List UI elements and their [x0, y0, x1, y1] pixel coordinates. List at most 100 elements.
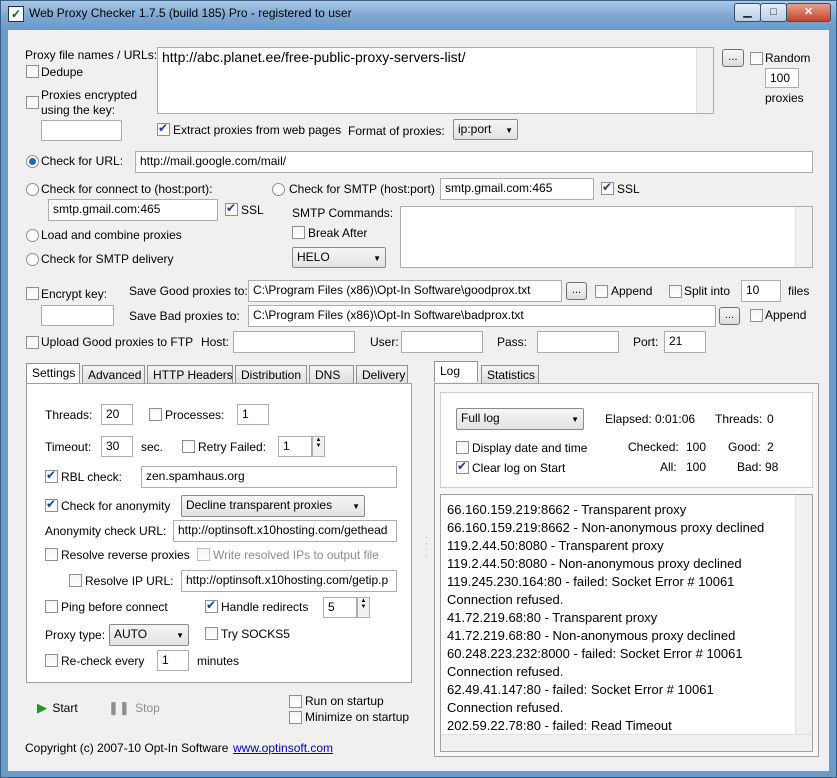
- log-horizontal-scrollbar[interactable]: [441, 734, 812, 751]
- redirects-input[interactable]: 5: [323, 597, 357, 618]
- ftp-port-input[interactable]: 21: [664, 331, 706, 353]
- tab-log[interactable]: Log: [434, 361, 478, 382]
- dedupe-checkbox[interactable]: [26, 65, 39, 78]
- rbl-input[interactable]: zen.spamhaus.org: [141, 466, 397, 488]
- retry-spinner[interactable]: ▲ ▼: [312, 436, 325, 457]
- random-count-input[interactable]: 100: [765, 68, 799, 88]
- splitter-grip[interactable]: · · · ·: [425, 534, 429, 565]
- resolve-ip-checkbox[interactable]: [69, 574, 82, 587]
- ftp-upload-checkbox[interactable]: [26, 336, 39, 349]
- tab-delivery[interactable]: Delivery: [356, 365, 408, 384]
- browse-source-button[interactable]: ...: [722, 49, 744, 67]
- log-mode-value: Full log: [461, 411, 500, 425]
- check-url-radio[interactable]: [26, 155, 39, 168]
- website-link[interactable]: www.optinsoft.com: [233, 741, 333, 755]
- retry-checkbox[interactable]: [182, 440, 195, 453]
- smtp-host-input[interactable]: smtp.gmail.com:465: [440, 178, 594, 200]
- random-checkbox[interactable]: [750, 52, 763, 65]
- extract-checkbox[interactable]: [157, 121, 170, 136]
- resolve-reverse-checkbox[interactable]: [45, 548, 58, 561]
- start-button[interactable]: ▶ Start: [37, 700, 78, 716]
- log-output[interactable]: 66.160.159.219:8662 - Transparent proxy …: [440, 494, 813, 752]
- ftp-host-input[interactable]: [233, 331, 355, 353]
- save-bad-label: Save Bad proxies to:: [129, 309, 240, 323]
- encrypt-key-input[interactable]: [41, 305, 114, 326]
- ping-checkbox[interactable]: [45, 600, 58, 613]
- save-good-input[interactable]: C:\Program Files (x86)\Opt-In Software\g…: [248, 280, 562, 302]
- write-resolved-checkbox[interactable]: [197, 548, 210, 561]
- processes-checkbox[interactable]: [149, 408, 162, 421]
- load-combine-radio[interactable]: [26, 229, 39, 242]
- processes-input[interactable]: 1: [237, 404, 269, 425]
- chevron-down-icon: ▼: [373, 254, 381, 263]
- tab-dns[interactable]: DNS: [309, 365, 354, 384]
- redirects-spinner[interactable]: ▲ ▼: [357, 597, 370, 618]
- smtp-ssl-checkbox[interactable]: [601, 180, 614, 195]
- log-vertical-scrollbar[interactable]: [795, 495, 812, 735]
- bad-value: 98: [765, 460, 779, 474]
- log-panel: Full log ▼ Elapsed: 0:01:06 Threads: 0 Di…: [434, 383, 819, 757]
- resolve-ip-input[interactable]: http://optinsoft.x10hosting.com/getip.p: [181, 570, 397, 592]
- log-mode-select[interactable]: Full log ▼: [456, 408, 584, 430]
- check-connect-label: Check for connect to (host:port):: [41, 182, 213, 196]
- proxy-type-label: Proxy type:: [45, 628, 106, 642]
- proxy-type-select[interactable]: AUTO ▼: [109, 624, 189, 646]
- threads-input[interactable]: 20: [101, 404, 133, 425]
- anonymity-checkbox[interactable]: [45, 497, 58, 512]
- recheck-input[interactable]: 1: [157, 650, 189, 671]
- proxy-urls-textarea[interactable]: http://abc.planet.ee/free-public-proxy-s…: [157, 47, 714, 114]
- tab-http-headers[interactable]: HTTP Headers: [147, 365, 233, 384]
- browse-bad-button[interactable]: ...: [719, 307, 740, 325]
- break-after-checkbox[interactable]: [292, 226, 305, 239]
- timeout-input[interactable]: 30: [101, 436, 133, 457]
- ftp-user-input[interactable]: [401, 331, 483, 353]
- anonymity-select[interactable]: Decline transparent proxies ▼: [181, 495, 365, 517]
- decrypt-key-input[interactable]: [41, 120, 122, 141]
- append-bad-checkbox[interactable]: [750, 309, 763, 322]
- encrypt-key-checkbox[interactable]: [26, 287, 39, 300]
- tab-settings[interactable]: Settings: [26, 363, 80, 384]
- split-count-input[interactable]: 10: [741, 280, 781, 302]
- socks-checkbox[interactable]: [205, 627, 218, 640]
- append-good-checkbox[interactable]: [595, 285, 608, 298]
- save-bad-input[interactable]: C:\Program Files (x86)\Opt-In Software\b…: [248, 305, 716, 327]
- close-button[interactable]: ✕: [786, 3, 831, 22]
- smtp-delivery-radio[interactable]: [26, 253, 39, 266]
- log-lines: 66.160.159.219:8662 - Transparent proxy …: [447, 501, 764, 735]
- run-startup-checkbox[interactable]: [289, 695, 302, 708]
- tab-statistics[interactable]: Statistics: [481, 365, 539, 384]
- split-checkbox[interactable]: [669, 285, 682, 298]
- browse-good-button[interactable]: ...: [566, 282, 587, 300]
- all-label: All:: [660, 460, 677, 474]
- tab-distribution[interactable]: Distribution: [235, 365, 307, 384]
- log-line: 41.72.219.68:80 - Transparent proxy: [447, 610, 658, 625]
- retry-input[interactable]: 1: [278, 436, 312, 457]
- encrypted-checkbox[interactable]: [26, 96, 39, 109]
- anonymity-url-input[interactable]: http://optinsoft.x10hosting.com/gethead: [173, 520, 397, 542]
- helo-select[interactable]: HELO ▼: [292, 247, 386, 268]
- log-line: 66.160.159.219:8662 - Non-anonymous prox…: [447, 520, 765, 535]
- bad-label: Bad:: [737, 460, 762, 474]
- recheck-checkbox[interactable]: [45, 654, 58, 667]
- ftp-pass-input[interactable]: [537, 331, 619, 353]
- check-url-input[interactable]: http://mail.google.com/mail/: [135, 151, 813, 173]
- rbl-checkbox[interactable]: [45, 468, 58, 483]
- log-line: Connection refused.: [447, 664, 564, 679]
- check-smtp-radio[interactable]: [272, 183, 285, 196]
- smtp-commands-textarea[interactable]: [400, 206, 813, 268]
- tab-advanced[interactable]: Advanced: [82, 365, 145, 384]
- stop-button[interactable]: ❚❚ Stop: [108, 700, 160, 716]
- redirects-checkbox[interactable]: [205, 598, 218, 613]
- connect-ssl-checkbox[interactable]: [225, 201, 238, 216]
- urls-scrollbar[interactable]: [696, 48, 713, 113]
- connect-host-input[interactable]: smtp.gmail.com:465: [48, 199, 218, 221]
- clear-log-checkbox[interactable]: [456, 459, 469, 474]
- minimize-startup-checkbox[interactable]: [289, 711, 302, 724]
- maximize-button[interactable]: □: [760, 3, 787, 22]
- minimize-button[interactable]: ▁: [734, 3, 761, 22]
- check-connect-radio[interactable]: [26, 183, 39, 196]
- smtp-commands-scrollbar[interactable]: [795, 207, 812, 267]
- display-date-checkbox[interactable]: [456, 441, 469, 454]
- title-bar: ✓ Web Proxy Checker 1.7.5 (build 185) Pr…: [1, 1, 836, 27]
- format-select[interactable]: ip:port ▼: [453, 119, 518, 140]
